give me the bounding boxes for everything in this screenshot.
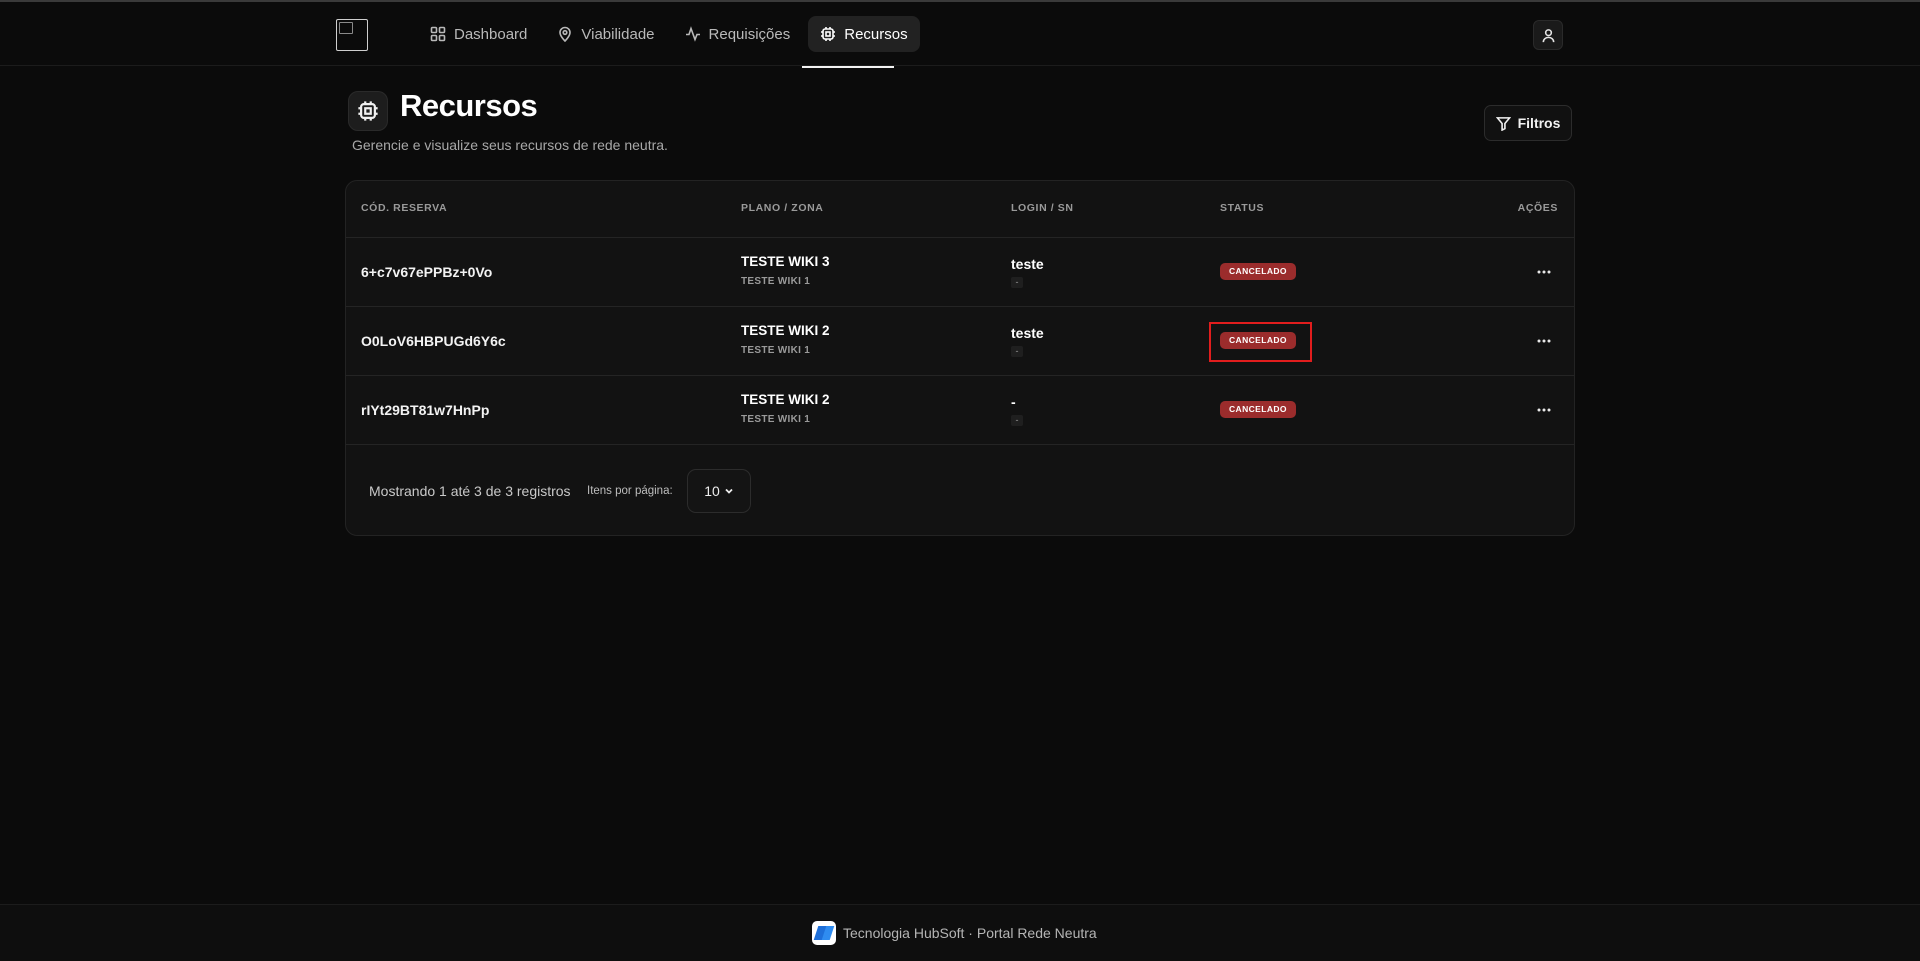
footer-brand: Tecnologia HubSoft · Portal Rede Neutra bbox=[812, 921, 1097, 945]
more-horizontal-icon bbox=[1537, 270, 1551, 274]
nav-item-label: Recursos bbox=[844, 25, 908, 43]
user-icon bbox=[1542, 28, 1554, 42]
reservation-code: O0LoV6HBPUGd6Y6c bbox=[361, 333, 506, 349]
nav-item-label: Viabilidade bbox=[581, 25, 655, 43]
row-actions-button[interactable] bbox=[1532, 400, 1556, 420]
more-horizontal-icon bbox=[1537, 408, 1551, 412]
activity-icon bbox=[685, 26, 700, 42]
pagination-bar: Mostrando 1 até 3 de 3 registros Itens p… bbox=[346, 445, 1574, 535]
nav-item-viabilidade[interactable]: Viabilidade bbox=[545, 16, 666, 52]
cpu-icon bbox=[821, 27, 836, 41]
footer-text: Tecnologia HubSoft · Portal Rede Neutra bbox=[843, 925, 1097, 941]
chevron-down-icon bbox=[725, 488, 733, 494]
status-highlight-box bbox=[1209, 322, 1312, 362]
table-row[interactable]: O0LoV6HBPUGd6Y6c TESTE WIKI 2 TESTE WIKI… bbox=[346, 307, 1574, 376]
filters-button[interactable]: Filtros bbox=[1484, 105, 1572, 141]
plan-name: TESTE WIKI 3 bbox=[741, 254, 830, 269]
zone-name: TESTE WIKI 1 bbox=[741, 345, 811, 356]
table-row[interactable]: rIYt29BT81w7HnPp TESTE WIKI 2 TESTE WIKI… bbox=[346, 376, 1574, 445]
zone-name: TESTE WIKI 1 bbox=[741, 414, 811, 425]
cpu-icon bbox=[358, 101, 378, 121]
page-footer: Tecnologia HubSoft · Portal Rede Neutra bbox=[0, 904, 1920, 961]
grid-icon bbox=[430, 26, 446, 42]
page-subtitle: Gerencie e visualize seus recursos de re… bbox=[352, 137, 668, 153]
nav-item-requisicoes[interactable]: Requisições bbox=[673, 16, 803, 52]
login-value: - bbox=[1011, 394, 1016, 410]
column-header-plan[interactable]: PLANO / ZONA bbox=[741, 202, 823, 214]
nav-item-label: Requisições bbox=[708, 25, 791, 43]
hubsoft-logo-icon bbox=[812, 921, 836, 945]
map-pin-icon bbox=[559, 26, 572, 42]
filter-icon bbox=[1495, 116, 1511, 131]
column-header-code[interactable]: CÓD. RESERVA bbox=[361, 202, 447, 214]
app-logo[interactable] bbox=[336, 19, 368, 51]
reservation-code: rIYt29BT81w7HnPp bbox=[361, 402, 490, 418]
column-header-login[interactable]: LOGIN / SN bbox=[1011, 202, 1074, 214]
column-header-actions: AÇÕES bbox=[1517, 202, 1558, 214]
items-per-page-label: Itens por página: bbox=[587, 485, 673, 497]
nav-item-recursos[interactable]: Recursos bbox=[808, 16, 920, 52]
main-nav: Dashboard Viabilidade Requisições Recurs… bbox=[418, 16, 920, 52]
page-title: Recursos bbox=[400, 88, 538, 123]
page-title-icon bbox=[348, 91, 388, 131]
filters-button-label: Filtros bbox=[1517, 115, 1561, 131]
status-badge: CANCELADO bbox=[1220, 263, 1296, 280]
items-per-page-select[interactable]: 10 bbox=[687, 469, 751, 513]
nav-item-label: Dashboard bbox=[454, 25, 528, 43]
sn-value: - bbox=[1011, 346, 1023, 357]
row-actions-button[interactable] bbox=[1532, 262, 1556, 282]
row-actions-button[interactable] bbox=[1532, 331, 1556, 351]
table-header: CÓD. RESERVA PLANO / ZONA LOGIN / SN STA… bbox=[346, 181, 1574, 238]
user-menu-button[interactable] bbox=[1533, 20, 1563, 50]
plan-name: TESTE WIKI 2 bbox=[741, 323, 830, 338]
more-horizontal-icon bbox=[1537, 339, 1551, 343]
top-header: Dashboard Viabilidade Requisições Recurs… bbox=[0, 2, 1920, 68]
plan-name: TESTE WIKI 2 bbox=[741, 392, 830, 407]
active-tab-indicator bbox=[802, 66, 894, 68]
zone-name: TESTE WIKI 1 bbox=[741, 276, 811, 287]
nav-item-dashboard[interactable]: Dashboard bbox=[418, 16, 539, 52]
items-per-page-value: 10 bbox=[704, 483, 720, 499]
login-value: teste bbox=[1011, 325, 1044, 341]
table-row[interactable]: 6+c7v67ePPBz+0Vo TESTE WIKI 3 TESTE WIKI… bbox=[346, 238, 1574, 307]
resources-table: CÓD. RESERVA PLANO / ZONA LOGIN / SN STA… bbox=[345, 180, 1575, 536]
status-badge: CANCELADO bbox=[1220, 401, 1296, 418]
login-value: teste bbox=[1011, 256, 1044, 272]
pagination-summary: Mostrando 1 até 3 de 3 registros bbox=[369, 483, 571, 499]
sn-value: - bbox=[1011, 277, 1023, 288]
column-header-status[interactable]: STATUS bbox=[1220, 202, 1264, 214]
reservation-code: 6+c7v67ePPBz+0Vo bbox=[361, 264, 493, 280]
sn-value: - bbox=[1011, 415, 1023, 426]
